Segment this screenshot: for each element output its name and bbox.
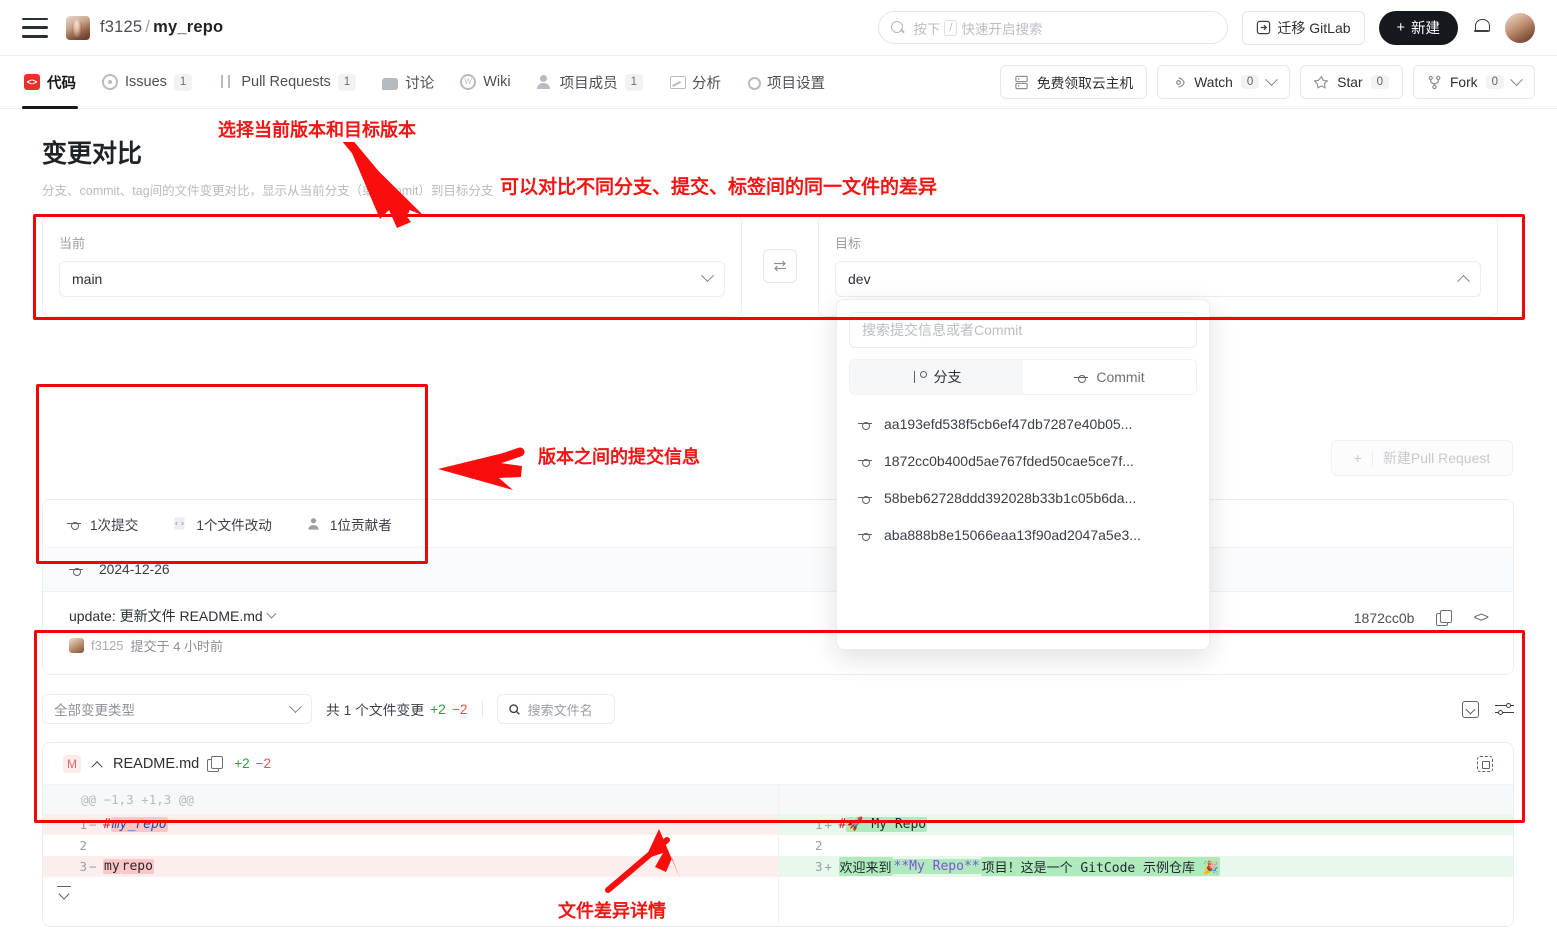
annotation-label-compare-info: 可以对比不同分支、提交、标签间的同一文件的差异: [500, 172, 937, 199]
compare-changes-page: f3125/my_repo 按下 / 快速开启搜索 迁移 GitLab +: [0, 0, 1557, 943]
annotation-label-commit-info: 版本之间的提交信息: [538, 443, 700, 469]
annotation-label-select-versions: 选择当前版本和目标版本: [218, 116, 416, 142]
annotation-label-diff-detail: 文件差异详情: [558, 897, 666, 923]
